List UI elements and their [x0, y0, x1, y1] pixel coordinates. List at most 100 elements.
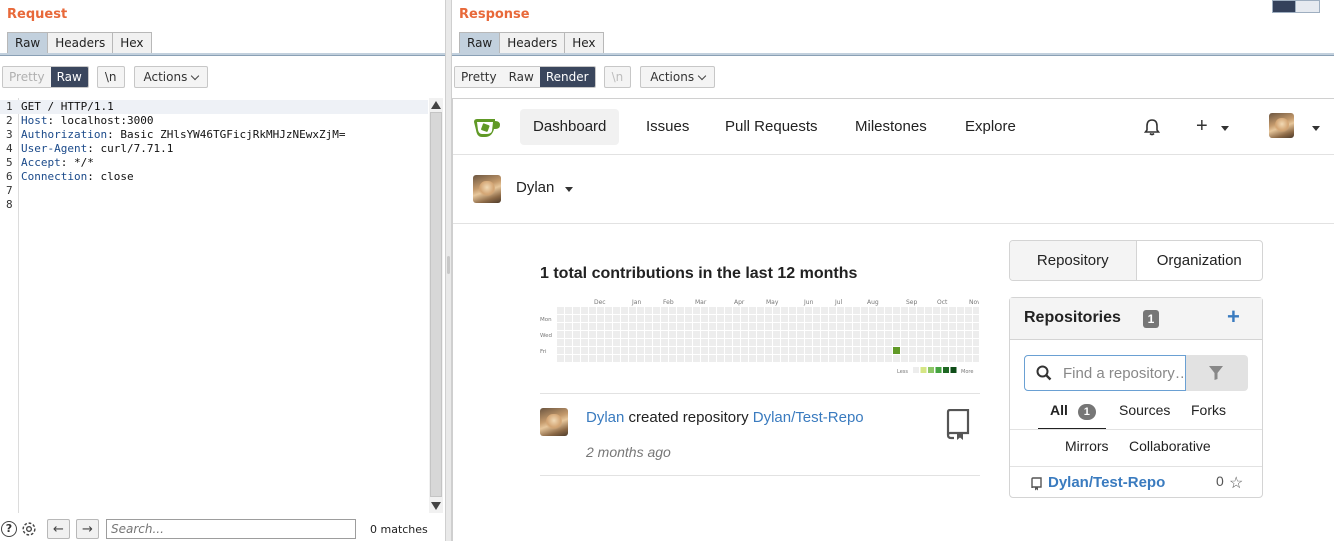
- heatmap-cell[interactable]: [837, 331, 844, 338]
- heatmap-cell[interactable]: [701, 323, 708, 330]
- heatmap-cell[interactable]: [693, 331, 700, 338]
- heatmap-cell[interactable]: [933, 315, 940, 322]
- heatmap-cell[interactable]: [717, 355, 724, 362]
- side-tab-repository[interactable]: Repository: [1010, 241, 1137, 280]
- scroll-thumb[interactable]: [430, 112, 442, 497]
- heatmap-cell[interactable]: [637, 307, 644, 314]
- heatmap-cell[interactable]: [589, 307, 596, 314]
- heatmap-cell[interactable]: [973, 315, 979, 322]
- heatmap-cell[interactable]: [613, 347, 620, 354]
- heatmap-cell[interactable]: [693, 355, 700, 362]
- heatmap-cell[interactable]: [685, 339, 692, 346]
- heatmap-cell[interactable]: [949, 315, 956, 322]
- heatmap-cell[interactable]: [909, 331, 916, 338]
- heatmap-cell[interactable]: [605, 347, 612, 354]
- heatmap-cell[interactable]: [901, 331, 908, 338]
- heatmap-cell[interactable]: [885, 331, 892, 338]
- bell-icon[interactable]: [1143, 118, 1161, 136]
- heatmap-cell[interactable]: [661, 323, 668, 330]
- heatmap-cell[interactable]: [589, 339, 596, 346]
- heatmap-cell[interactable]: [957, 331, 964, 338]
- heatmap-cell[interactable]: [877, 307, 884, 314]
- heatmap-cell[interactable]: [781, 355, 788, 362]
- nav-dashboard[interactable]: Dashboard: [520, 109, 620, 145]
- heatmap-cell[interactable]: [637, 347, 644, 354]
- heatmap-cell[interactable]: [589, 323, 596, 330]
- heatmap-cell[interactable]: [933, 347, 940, 354]
- request-tab-raw[interactable]: Raw: [7, 32, 49, 54]
- heatmap-cell[interactable]: [693, 347, 700, 354]
- heatmap-cell[interactable]: [853, 315, 860, 322]
- heatmap-cell[interactable]: [653, 331, 660, 338]
- nav-milestones[interactable]: Milestones: [842, 109, 940, 145]
- nav-issues[interactable]: Issues: [633, 109, 702, 145]
- heatmap-cell[interactable]: [821, 307, 828, 314]
- heatmap-cell[interactable]: [933, 355, 940, 362]
- heatmap-cell[interactable]: [749, 339, 756, 346]
- response-tab-raw[interactable]: Raw: [459, 32, 501, 54]
- heatmap-cell[interactable]: [829, 323, 836, 330]
- request-line[interactable]: 6 Connection: close: [0, 170, 428, 184]
- heatmap-cell[interactable]: [789, 339, 796, 346]
- heatmap-cell[interactable]: [749, 315, 756, 322]
- heatmap-cell[interactable]: [677, 323, 684, 330]
- repo-filter-button[interactable]: [1186, 355, 1248, 391]
- heatmap-cell[interactable]: [733, 331, 740, 338]
- heatmap-cell[interactable]: [773, 307, 780, 314]
- heatmap-cell[interactable]: [645, 315, 652, 322]
- side-tab-organization[interactable]: Organization: [1137, 241, 1263, 280]
- heatmap-cell[interactable]: [909, 347, 916, 354]
- heatmap-cell[interactable]: [733, 355, 740, 362]
- heatmap-cell[interactable]: [805, 307, 812, 314]
- heatmap-cell[interactable]: [629, 331, 636, 338]
- heatmap-cell[interactable]: [829, 347, 836, 354]
- heatmap-cell[interactable]: [597, 331, 604, 338]
- help-icon[interactable]: ?: [1, 521, 17, 537]
- heatmap-cell[interactable]: [613, 307, 620, 314]
- heatmap-cell[interactable]: [765, 307, 772, 314]
- heatmap-cell[interactable]: [597, 323, 604, 330]
- heatmap-cell[interactable]: [693, 339, 700, 346]
- heatmap-cell[interactable]: [861, 323, 868, 330]
- user-avatar[interactable]: [1269, 113, 1294, 138]
- heatmap-cell[interactable]: [837, 339, 844, 346]
- heatmap-cell[interactable]: [925, 315, 932, 322]
- chevron-down-icon[interactable]: [1221, 126, 1229, 131]
- heatmap-cell[interactable]: [893, 339, 900, 346]
- heatmap-cell[interactable]: [597, 315, 604, 322]
- heatmap-cell[interactable]: [565, 323, 572, 330]
- heatmap-cell[interactable]: [853, 347, 860, 354]
- heatmap-cell[interactable]: [901, 355, 908, 362]
- heatmap-cell[interactable]: [613, 339, 620, 346]
- heatmap-cell[interactable]: [789, 323, 796, 330]
- heatmap-cell[interactable]: [741, 315, 748, 322]
- heatmap-cell[interactable]: [645, 355, 652, 362]
- request-line[interactable]: 3 Authorization: Basic ZHlsYW46TGFicjRkMH…: [0, 128, 428, 142]
- heatmap-cell[interactable]: [941, 347, 948, 354]
- heatmap-cell[interactable]: [853, 355, 860, 362]
- request-newline-button[interactable]: \n: [96, 66, 125, 88]
- heatmap-cell[interactable]: [797, 307, 804, 314]
- heatmap-cell[interactable]: [637, 355, 644, 362]
- heatmap-cell[interactable]: [725, 339, 732, 346]
- heatmap-cell[interactable]: [933, 331, 940, 338]
- heatmap-cell[interactable]: [941, 339, 948, 346]
- heatmap-cell[interactable]: [621, 331, 628, 338]
- heatmap-cell[interactable]: [565, 347, 572, 354]
- heatmap-cell[interactable]: [709, 339, 716, 346]
- heatmap-cell[interactable]: [925, 307, 932, 314]
- heatmap-cell[interactable]: [813, 355, 820, 362]
- heatmap-cell[interactable]: [821, 347, 828, 354]
- heatmap-cell[interactable]: [741, 307, 748, 314]
- context-user-switcher[interactable]: Dylan: [516, 179, 554, 196]
- heatmap-cell[interactable]: [805, 331, 812, 338]
- heatmap-cell[interactable]: [941, 355, 948, 362]
- heatmap-cell[interactable]: [677, 347, 684, 354]
- heatmap-cell[interactable]: [685, 331, 692, 338]
- heatmap-cell[interactable]: [845, 355, 852, 362]
- heatmap-cell[interactable]: [565, 307, 572, 314]
- heatmap-cell[interactable]: [573, 355, 580, 362]
- heatmap-cell[interactable]: [741, 323, 748, 330]
- request-line[interactable]: 4 User-Agent: curl/7.71.1: [0, 142, 428, 156]
- response-tab-headers[interactable]: Headers: [500, 32, 566, 54]
